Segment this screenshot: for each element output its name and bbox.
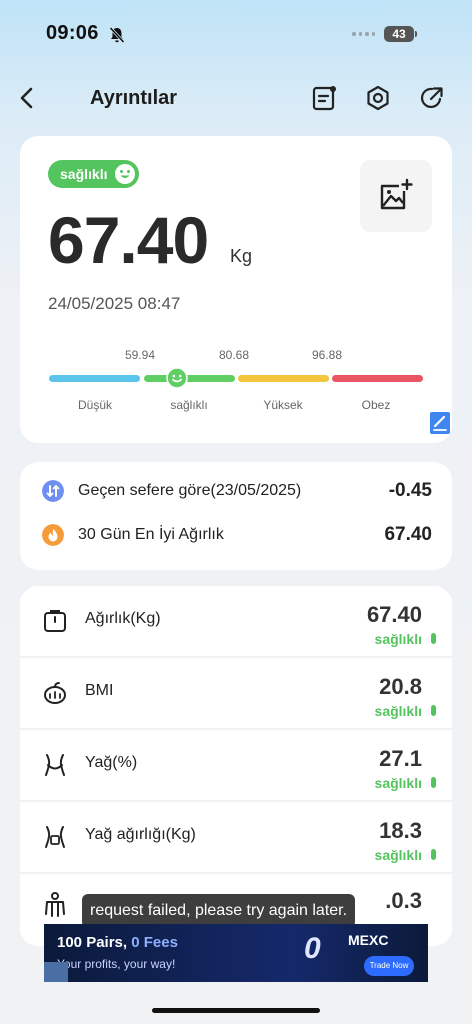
error-toast: request failed, please try again later.: [82, 894, 356, 928]
metrics-list: Ağırlık(Kg) 67.40 sağlıklı BMI 20.8 sağl…: [20, 586, 452, 946]
battery-icon: 43: [384, 26, 417, 42]
ad-choices-icon[interactable]: [44, 962, 68, 982]
scale-segment-healthy: [144, 375, 235, 382]
scale-label: Obez: [361, 398, 391, 412]
best-weight-row[interactable]: 30 Gün En İyi Ağırlık 67.40: [40, 520, 432, 550]
scale-segment-low: [49, 375, 140, 382]
metric-row-fat-percent[interactable]: Yağ(%) 27.1 sağlıklı: [20, 730, 452, 800]
metric-row-fat-weight[interactable]: Yağ ağırlığı(Kg) 18.3 sağlıklı: [20, 802, 452, 872]
ad-banner[interactable]: 100 Pairs, 0 Fees Your profits, your way…: [44, 924, 428, 982]
report-icon[interactable]: [310, 84, 338, 112]
status-time: 09:06: [46, 22, 99, 44]
status-indicator: [431, 777, 436, 788]
metric-value: 67.40: [366, 602, 422, 627]
ad-subtitle: Your profits, your way!: [57, 957, 176, 971]
signal-icon: [352, 32, 375, 36]
scale-label: Yüksek: [263, 398, 303, 412]
scale-threshold: 80.68: [219, 348, 250, 362]
compare-icon: [42, 480, 64, 502]
comparison-label: Geçen sefere göre(23/05/2025): [78, 482, 302, 499]
bell-off-icon: [109, 26, 125, 44]
body-fat-icon: [45, 754, 65, 776]
status-badge-label: sağlıklı: [60, 166, 108, 182]
metric-label: Yağ(%): [85, 754, 138, 771]
scale-segment-high: [238, 375, 329, 382]
status-indicator: [431, 705, 436, 716]
weight-summary-card: sağlıklı 67.40 Kg 24/05/2025 08:47 59.94…: [20, 136, 452, 443]
metric-label: Yağ ağırlığı(Kg): [85, 826, 196, 843]
measurement-date: 24/05/2025 08:47: [48, 294, 181, 313]
scale-threshold: 59.94: [125, 348, 156, 362]
weight-unit: Kg: [230, 246, 253, 266]
metric-row-bmi[interactable]: BMI 20.8 sağlıklı: [20, 658, 452, 728]
comparison-value: -0.45: [388, 480, 432, 501]
scale-icon: [44, 610, 66, 632]
fat-weight-icon: [45, 826, 65, 848]
metric-label: BMI: [85, 682, 114, 699]
add-image-icon: [380, 178, 413, 210]
scale-label: Düşük: [77, 398, 112, 412]
flame-icon: [42, 524, 64, 546]
metric-status: sağlıklı: [374, 703, 422, 719]
edit-icon[interactable]: [430, 412, 450, 434]
best-weight-value: 67.40: [384, 524, 432, 545]
ad-zero-graphic: 0: [304, 932, 321, 965]
metric-value: 18.3: [379, 818, 422, 843]
scale-threshold: 96.88: [312, 348, 343, 362]
status-indicator: [431, 849, 436, 860]
metric-status: sağlıklı: [374, 775, 422, 791]
comparison-card: Geçen sefere göre(23/05/2025) -0.45 30 G…: [20, 462, 452, 570]
status-indicator: [431, 633, 436, 644]
weight-value: 67.40: [48, 203, 209, 277]
scale-marker-icon: [166, 367, 188, 389]
home-indicator: [152, 1008, 320, 1013]
metric-status: sağlıklı: [374, 847, 422, 863]
share-icon[interactable]: [418, 84, 446, 112]
metric-value: .0.3: [385, 888, 422, 913]
scale-label: sağlıklı: [170, 398, 208, 412]
muscle-icon: [45, 892, 65, 917]
settings-icon[interactable]: [364, 84, 392, 112]
nav-bar: Ayrıntılar: [0, 76, 472, 120]
add-photo-button[interactable]: [360, 160, 432, 232]
comparison-row[interactable]: Geçen sefere göre(23/05/2025) -0.45: [40, 476, 432, 506]
metric-label: Ağırlık(Kg): [85, 610, 161, 627]
scale-segment-obese: [332, 375, 423, 382]
ad-brand: MEXC: [348, 932, 389, 948]
metric-row-weight[interactable]: Ağırlık(Kg) 67.40 sağlıklı: [20, 586, 452, 656]
smile-icon: [115, 164, 136, 184]
page-title: Ayrıntılar: [90, 87, 178, 109]
metric-value: 20.8: [379, 674, 422, 699]
best-weight-label: 30 Gün En İyi Ağırlık: [78, 526, 224, 543]
status-bar: 09:06 43: [0, 0, 472, 70]
ad-title: 100 Pairs, 0 Fees: [57, 934, 178, 951]
back-button[interactable]: [14, 84, 42, 112]
ad-cta-button[interactable]: Trade Now: [364, 956, 414, 976]
metric-value: 27.1: [379, 746, 422, 771]
metric-status: sağlıklı: [374, 631, 422, 647]
bmi-icon: [44, 682, 66, 704]
status-badge: sağlıklı: [48, 160, 140, 188]
